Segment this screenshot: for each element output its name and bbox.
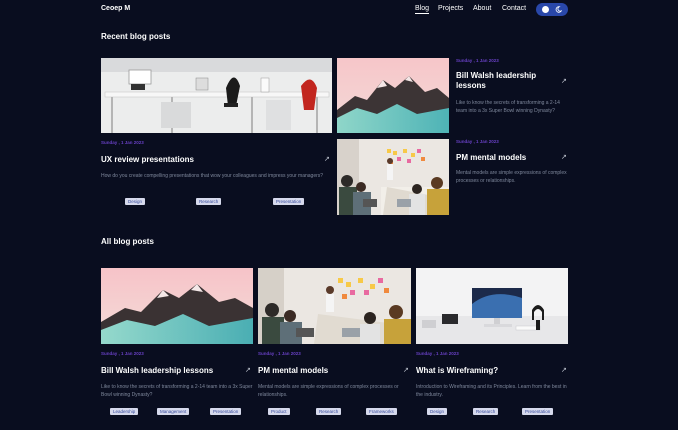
- post-image-meeting[interactable]: [258, 268, 411, 344]
- nav-projects[interactable]: Projects: [438, 5, 463, 12]
- tag[interactable]: Design: [125, 198, 146, 205]
- post-date: Sunday , 1 Jan 2023: [456, 139, 499, 144]
- tag[interactable]: Design: [427, 408, 448, 415]
- post-title[interactable]: Bill Walsh leadership lessons: [456, 71, 548, 91]
- post-title[interactable]: UX review presentations: [101, 155, 194, 165]
- nav-blog[interactable]: Blog: [415, 5, 430, 14]
- recent-heading: Recent blog posts: [101, 32, 171, 41]
- brand-name[interactable]: Ceoep M: [101, 5, 130, 12]
- sun-icon: [542, 6, 549, 13]
- tag[interactable]: Presentation: [273, 198, 305, 205]
- post-image-desk[interactable]: [101, 58, 332, 133]
- arrow-up-right-icon[interactable]: ↗: [403, 366, 409, 374]
- tag[interactable]: Frameworks: [366, 408, 397, 415]
- post-date: Sunday , 1 Jan 2023: [101, 351, 144, 356]
- moon-icon: [555, 6, 562, 13]
- tag[interactable]: Presentation: [210, 408, 242, 415]
- tag[interactable]: Research: [473, 408, 499, 415]
- arrow-up-right-icon[interactable]: ↗: [245, 366, 251, 374]
- post-description: Like to know the secrets of transforming…: [101, 384, 253, 398]
- arrow-up-right-icon[interactable]: ↗: [324, 155, 330, 163]
- post-date: Sunday , 1 Jan 2023: [416, 351, 459, 356]
- nav-about[interactable]: About: [473, 5, 491, 12]
- post-image-mountain[interactable]: [337, 58, 449, 133]
- post-image-workstation[interactable]: [416, 268, 568, 344]
- post-description: How do you create compelling presentatio…: [101, 173, 324, 179]
- post-title[interactable]: What is Wireframing?: [416, 366, 498, 376]
- post-title[interactable]: PM mental models: [258, 366, 328, 376]
- post-image-mountain[interactable]: [101, 268, 253, 344]
- post-date: Sunday , 1 Jan 2023: [258, 351, 301, 356]
- tag[interactable]: Research: [196, 198, 222, 205]
- post-description: Mental models are simple expressions of …: [456, 170, 567, 184]
- post-title[interactable]: Bill Walsh leadership lessons: [101, 366, 213, 376]
- tag[interactable]: Management: [157, 408, 190, 415]
- tag[interactable]: Product: [268, 408, 290, 415]
- post-description: Introduction to Wireframing and its Prin…: [416, 384, 567, 398]
- post-image-meeting[interactable]: [337, 139, 449, 215]
- tag[interactable]: Research: [316, 408, 342, 415]
- nav-contact[interactable]: Contact: [502, 5, 526, 12]
- arrow-up-right-icon[interactable]: ↗: [561, 366, 567, 374]
- theme-toggle[interactable]: [536, 3, 568, 16]
- tag[interactable]: Leadership: [110, 408, 139, 415]
- post-date: Sunday , 1 Jan 2023: [456, 58, 499, 63]
- post-description: Like to know the secrets of transforming…: [456, 100, 560, 114]
- arrow-up-right-icon[interactable]: ↗: [561, 77, 567, 85]
- post-date: Sunday , 1 Jan 2023: [101, 140, 144, 145]
- post-description: Mental models are simple expressions of …: [258, 384, 399, 398]
- tag[interactable]: Presentation: [522, 408, 554, 415]
- post-title[interactable]: PM mental models: [456, 153, 526, 163]
- arrow-up-right-icon[interactable]: ↗: [561, 153, 567, 161]
- all-heading: All blog posts: [101, 237, 154, 246]
